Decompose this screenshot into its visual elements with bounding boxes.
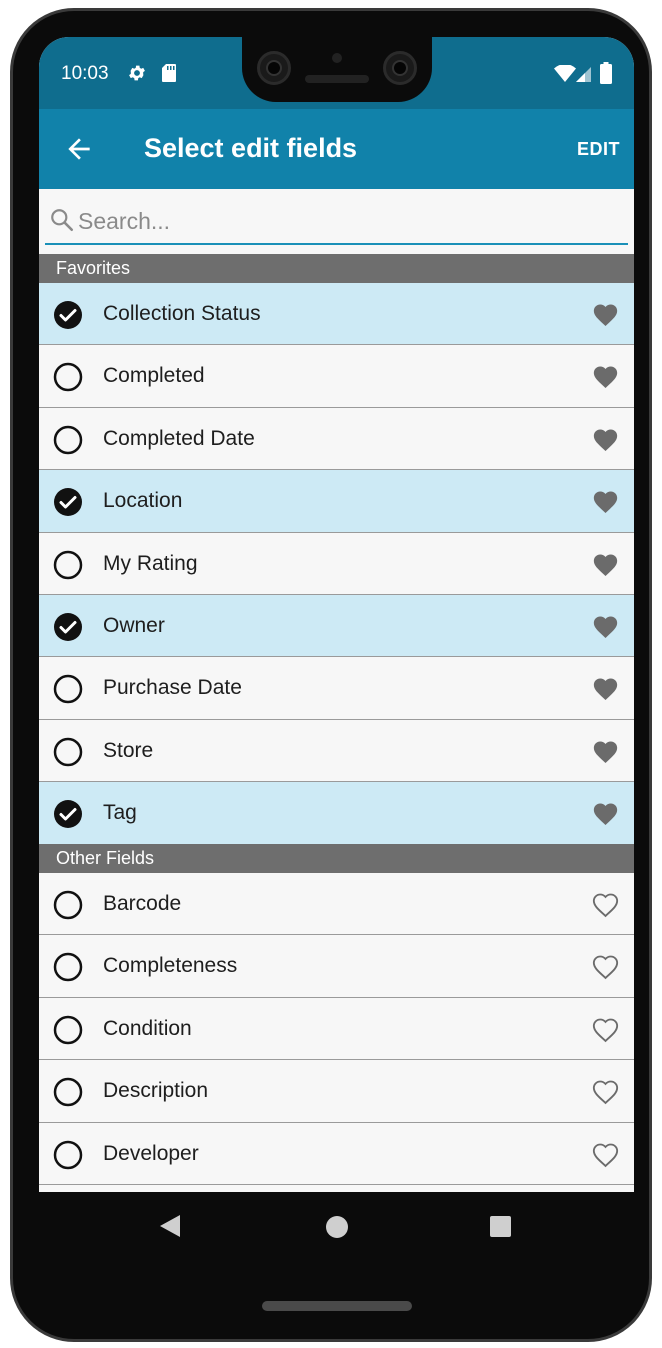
search-icon xyxy=(49,207,75,238)
nav-recents-icon[interactable] xyxy=(490,1216,511,1237)
list-item-label: Store xyxy=(103,738,154,762)
search-bar xyxy=(45,199,628,245)
back-button[interactable] xyxy=(63,133,95,165)
nav-back-icon[interactable] xyxy=(159,1214,181,1243)
wifi-icon xyxy=(554,64,576,88)
checked-circle-icon[interactable] xyxy=(53,300,83,330)
section-header: Favorites xyxy=(39,254,634,283)
list-item-label: Developer xyxy=(103,1141,199,1165)
arrow-left-icon xyxy=(68,138,90,160)
search-input[interactable] xyxy=(78,205,618,237)
unchecked-circle-icon[interactable] xyxy=(53,550,83,580)
heart-filled-icon[interactable] xyxy=(590,738,621,766)
unchecked-circle-icon[interactable] xyxy=(53,1015,83,1045)
list-item-label: My Rating xyxy=(103,551,198,575)
unchecked-circle-icon[interactable] xyxy=(53,674,83,704)
list-item-label: Completed xyxy=(103,364,205,388)
list-item-label: Barcode xyxy=(103,892,182,915)
list-item[interactable]: Owner xyxy=(39,595,634,658)
front-camera-icon xyxy=(383,51,417,85)
list-item-label: Completed Date xyxy=(103,426,255,450)
status-time: 10:03 xyxy=(61,63,109,84)
heart-filled-icon[interactable] xyxy=(590,488,621,516)
heart-filled-icon[interactable] xyxy=(590,426,621,454)
heart-filled-icon[interactable] xyxy=(590,800,621,828)
list-item-label: Completeness xyxy=(103,954,238,978)
sd-card-icon xyxy=(161,63,177,88)
unchecked-circle-icon[interactable] xyxy=(53,737,83,767)
gear-icon xyxy=(127,63,147,88)
sensor-icon xyxy=(332,53,342,63)
list-item[interactable]: Completeness xyxy=(39,935,634,998)
heart-filled-icon[interactable] xyxy=(590,363,621,391)
heart-outline-icon[interactable] xyxy=(590,891,621,919)
screen: 10:03 Select edit fields EDIT Search... … xyxy=(39,37,634,1192)
list-item[interactable]: Purchase Date xyxy=(39,657,634,720)
list-item-label: Condition xyxy=(103,1016,192,1040)
heart-filled-icon[interactable] xyxy=(590,301,621,329)
unchecked-circle-icon[interactable] xyxy=(53,952,83,982)
list-item-label: Location xyxy=(103,489,183,513)
heart-outline-icon[interactable] xyxy=(590,1141,621,1169)
heart-filled-icon[interactable] xyxy=(590,613,621,641)
app-bar: Select edit fields EDIT xyxy=(39,109,634,189)
edit-button[interactable]: EDIT xyxy=(577,139,620,160)
battery-icon xyxy=(600,62,612,89)
checked-circle-icon[interactable] xyxy=(53,612,83,642)
list-item-label: Tag xyxy=(103,801,137,825)
heart-filled-icon[interactable] xyxy=(590,551,621,579)
unchecked-circle-icon[interactable] xyxy=(53,425,83,455)
navigation-bar xyxy=(39,1192,634,1262)
list-item[interactable]: Developer xyxy=(39,1122,634,1185)
checked-circle-icon[interactable] xyxy=(53,799,83,829)
unchecked-circle-icon[interactable] xyxy=(53,1140,83,1170)
section-header: Other Fields xyxy=(39,844,634,873)
list-item[interactable]: Barcode xyxy=(39,873,634,936)
list-item[interactable]: Completed xyxy=(39,345,634,408)
list-item-label: Collection Status xyxy=(103,302,261,325)
unchecked-circle-icon[interactable] xyxy=(53,890,83,920)
list-item[interactable]: Location xyxy=(39,470,634,533)
list-item-label: Owner xyxy=(103,614,165,637)
checked-circle-icon[interactable] xyxy=(53,487,83,517)
front-camera-icon xyxy=(257,51,291,85)
list-item[interactable]: Tag xyxy=(39,782,634,845)
list-item[interactable]: Completed Date xyxy=(39,407,634,471)
nav-home-icon[interactable] xyxy=(326,1216,348,1238)
list-item[interactable]: Collection Status xyxy=(39,283,634,346)
heart-outline-icon[interactable] xyxy=(590,953,621,981)
list-item[interactable]: Store xyxy=(39,719,634,783)
camera-notch xyxy=(242,37,432,102)
unchecked-circle-icon[interactable] xyxy=(53,362,83,392)
earpiece-speaker xyxy=(305,75,369,83)
list-item[interactable]: Description xyxy=(39,1060,634,1123)
unchecked-circle-icon[interactable] xyxy=(53,1077,83,1107)
list-item-label: Description xyxy=(103,1079,209,1103)
list-item-label: Purchase Date xyxy=(103,676,242,700)
signal-icon xyxy=(576,65,592,88)
list-item[interactable]: Condition xyxy=(39,997,634,1061)
heart-outline-icon[interactable] xyxy=(590,1016,621,1044)
home-indicator[interactable] xyxy=(262,1301,412,1311)
list-item[interactable]: My Rating xyxy=(39,532,634,595)
heart-filled-icon[interactable] xyxy=(590,675,621,703)
heart-outline-icon[interactable] xyxy=(590,1078,621,1106)
page-title: Select edit fields xyxy=(144,133,358,163)
